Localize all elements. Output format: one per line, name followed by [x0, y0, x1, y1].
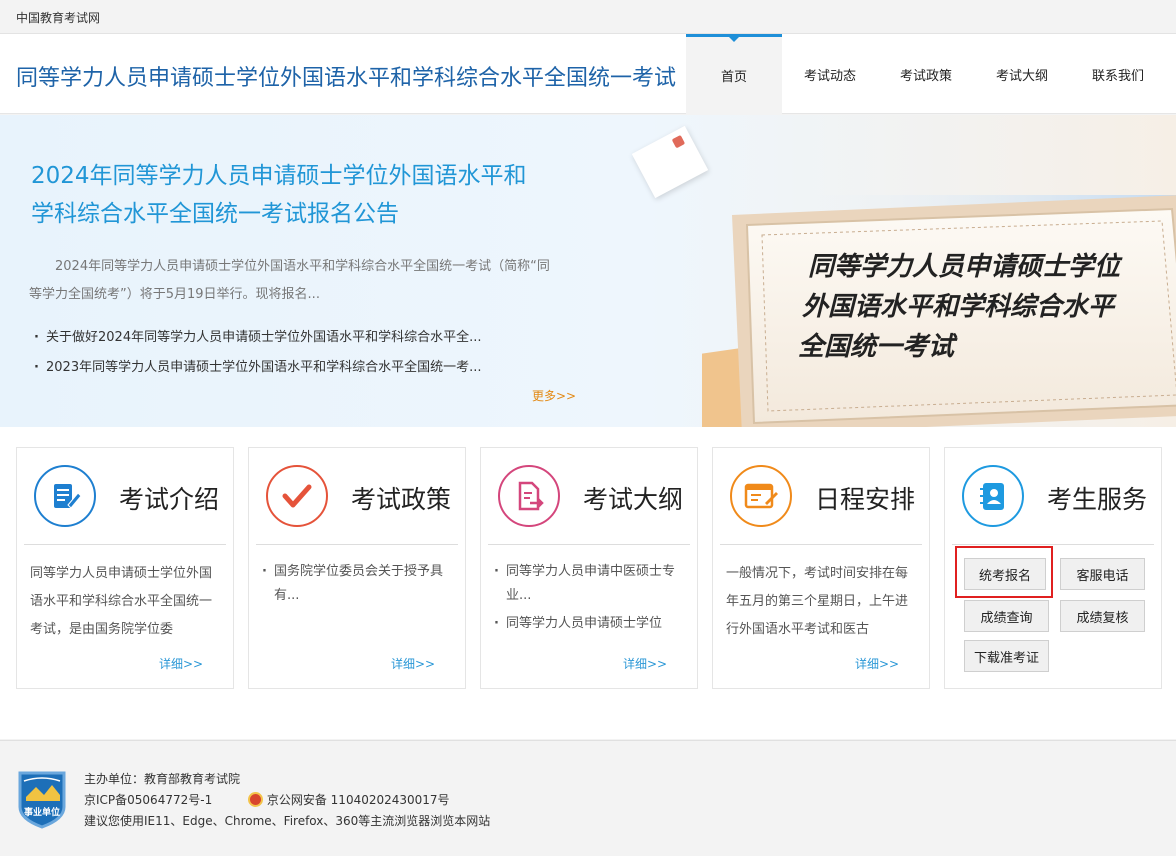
admit-card-button[interactable]: 下载准考证 — [964, 640, 1049, 672]
card-exam-policy: 考试政策 国务院学位委员会关于授予具有... 详细>> — [248, 447, 466, 689]
police-record-link[interactable]: 京公网安备 11040202430017号 — [267, 793, 450, 807]
announcement-intro: 2024年同等学力人员申请硕士学位外国语水平和学科综合水平全国统一考试（简称“同… — [29, 259, 550, 302]
more-link[interactable]: 更多>> — [532, 387, 576, 404]
news-link[interactable]: 关于做好2024年同等学力人员申请硕士学位外国语水平和学科综合水平全... — [34, 323, 554, 353]
detail-link[interactable]: 详细>> — [623, 655, 667, 672]
card-title[interactable]: 考生服务 — [1047, 480, 1147, 516]
schedule-icon — [730, 465, 792, 527]
nav-item-policy[interactable]: 考试政策 — [878, 34, 974, 114]
organizer-text: 主办单位：教育部教育考试院 — [84, 772, 241, 786]
card-title[interactable]: 考试大纲 — [583, 480, 683, 516]
card-list: 同等学力人员申请中医硕士专业... 同等学力人员申请硕士学位 — [494, 560, 690, 640]
nav-item-contact[interactable]: 联系我们 — [1070, 34, 1166, 114]
paper-illustration — [631, 125, 709, 199]
board-line-2: 外国语水平和学科综合水平 — [802, 292, 1117, 322]
nav-item-news[interactable]: 考试动态 — [782, 34, 878, 114]
card-list: 国务院学位委员会关于授予具有... — [262, 560, 458, 612]
detail-link[interactable]: 详细>> — [159, 655, 203, 672]
main-nav: 首页 考试动态 考试政策 考试大纲 联系我们 — [686, 34, 1166, 114]
score-query-button[interactable]: 成绩查询 — [964, 600, 1049, 632]
headline-line-2[interactable]: 学科综合水平全国统一考试报名公告 — [31, 195, 591, 233]
cards-section: 考试介绍 同等学力人员申请硕士学位外国语水平和学科综合水平全国统一考试，是由国务… — [0, 427, 1176, 739]
document-edit-icon — [34, 465, 96, 527]
card-candidate-service: 考生服务 统考报名 客服电话 成绩查询 成绩复核 下载准考证 — [944, 447, 1162, 689]
card-text: 同等学力人员申请硕士学位外国语水平和学科综合水平全国统一考试，是由国务院学位委 — [30, 566, 213, 637]
document-export-icon — [498, 465, 560, 527]
news-list: 关于做好2024年同等学力人员申请硕士学位外国语水平和学科综合水平全... 20… — [34, 323, 554, 383]
register-button[interactable]: 统考报名 — [964, 558, 1046, 590]
detail-link[interactable]: 详细>> — [391, 655, 435, 672]
police-badge-icon — [247, 792, 263, 807]
divider — [256, 544, 458, 545]
hotline-button[interactable]: 客服电话 — [1060, 558, 1145, 590]
site-name-link[interactable]: 中国教育考试网 — [16, 9, 100, 26]
news-link[interactable]: 2023年同等学力人员申请硕士学位外国语水平和学科综合水平全国统一考... — [34, 353, 554, 383]
card-title[interactable]: 考试政策 — [351, 480, 451, 516]
nav-item-home[interactable]: 首页 — [686, 34, 782, 114]
card-title[interactable]: 考试介绍 — [119, 480, 219, 516]
badge-text: 事业单位 — [24, 806, 60, 818]
browser-tip: 建议您使用IE11、Edge、Chrome、Firefox、360等主流浏览器浏… — [84, 814, 491, 828]
list-item[interactable]: 同等学力人员申请中医硕士专业... — [494, 560, 690, 608]
divider — [24, 544, 226, 545]
divider — [488, 544, 690, 545]
divider — [952, 544, 1154, 545]
board-line-3: 全国统一考试 — [798, 332, 958, 362]
list-item[interactable]: 同等学力人员申请硕士学位 — [494, 612, 690, 636]
score-review-button[interactable]: 成绩复核 — [1060, 600, 1145, 632]
detail-link[interactable]: 详细>> — [855, 655, 899, 672]
card-exam-syllabus: 考试大纲 同等学力人员申请中医硕士专业... 同等学力人员申请硕士学位 详细>> — [480, 447, 698, 689]
top-bar: 中国教育考试网 — [0, 0, 1176, 34]
card-exam-intro: 考试介绍 同等学力人员申请硕士学位外国语水平和学科综合水平全国统一考试，是由国务… — [16, 447, 234, 689]
icp-line: 京ICP备05064772号-1 京公网安备 11040202430017号 — [84, 791, 450, 808]
headline-line-1[interactable]: 2024年同等学力人员申请硕士学位外国语水平和 — [31, 157, 591, 195]
list-item[interactable]: 国务院学位委员会关于授予具有... — [262, 560, 458, 608]
checkmark-icon — [266, 465, 328, 527]
footer: 事业单位 主办单位：教育部教育考试院 京ICP备05064772号-1 京公网安… — [0, 740, 1176, 856]
contact-book-icon — [962, 465, 1024, 527]
card-title[interactable]: 日程安排 — [815, 480, 915, 516]
public-institution-badge-icon[interactable]: 事业单位 — [16, 767, 68, 829]
card-schedule: 日程安排 一般情况下，考试时间安排在每年五月的第三个星期日，上午进行外国语水平考… — [712, 447, 930, 689]
banner: 2024年同等学力人员申请硕士学位外国语水平和 学科综合水平全国统一考试报名公告… — [0, 115, 1176, 427]
divider — [720, 544, 922, 545]
page-title: 同等学力人员申请硕士学位外国语水平和学科综合水平全国统一考试 — [16, 66, 677, 91]
icp-link[interactable]: 京ICP备05064772号-1 — [84, 793, 212, 807]
card-text: 一般情况下，考试时间安排在每年五月的第三个星期日，上午进行外国语水平考试和医古 — [726, 566, 909, 637]
announcement-headline[interactable]: 2024年同等学力人员申请硕士学位外国语水平和 学科综合水平全国统一考试报名公告 — [31, 157, 591, 233]
nav-item-syllabus[interactable]: 考试大纲 — [974, 34, 1070, 114]
header: 同等学力人员申请硕士学位外国语水平和学科综合水平全国统一考试 首页 考试动态 考… — [0, 34, 1176, 114]
board-line-1: 同等学力人员申请硕士学位 — [808, 252, 1123, 282]
exam-board-illustration: 同等学力人员申请硕士学位 外国语水平和学科综合水平 全国统一考试 — [702, 195, 1176, 427]
